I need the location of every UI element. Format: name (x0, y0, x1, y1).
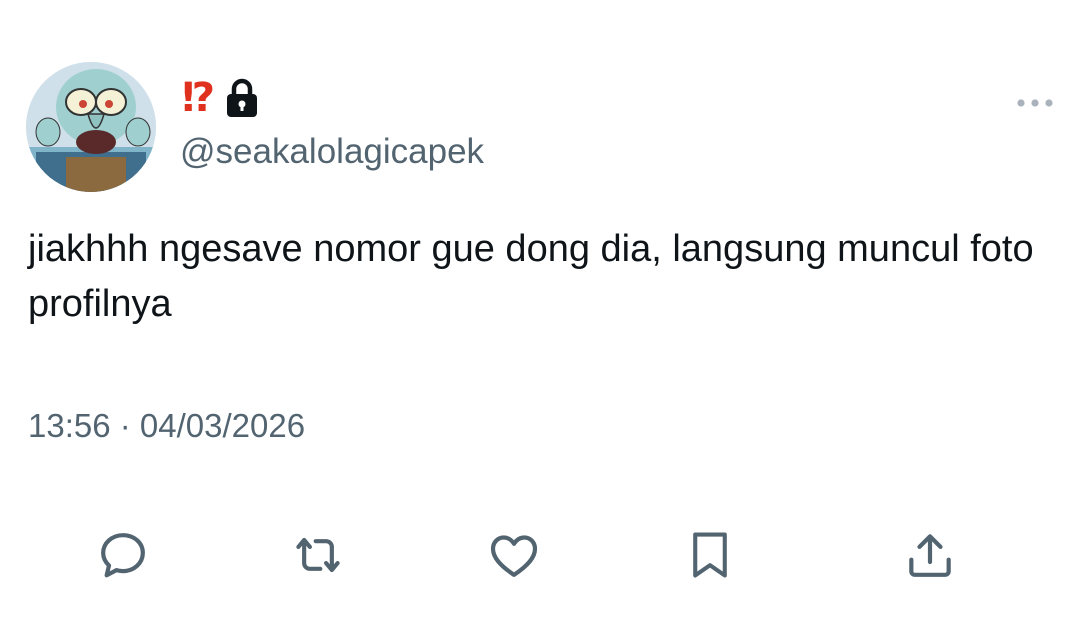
bookmark-button[interactable] (680, 525, 740, 585)
retweet-button[interactable] (288, 525, 348, 585)
bookmark-icon (693, 532, 727, 578)
like-button[interactable] (484, 525, 544, 585)
tweet-text: jiakhhh ngesave nomor gue dong dia, lang… (28, 228, 1034, 325)
share-icon (909, 534, 951, 577)
more-icon (1017, 99, 1053, 107)
avatar[interactable] (26, 62, 156, 192)
reply-button[interactable] (93, 525, 153, 585)
action-bar (0, 525, 1080, 585)
share-button[interactable] (900, 525, 960, 585)
display-name-row[interactable]: ⁉ (182, 74, 259, 122)
more-options-button[interactable] (1012, 86, 1060, 120)
tweet-timestamp[interactable]: 13:56 · 04/03/2026 (28, 404, 305, 448)
like-icon (490, 535, 538, 577)
tweet-card: ⁉ @seakalolagicapek jiakhhh ngesave nomo… (0, 0, 1080, 622)
display-name-emoji: ⁉ (182, 75, 215, 121)
lock-icon (225, 78, 259, 118)
squidward-avatar-image (26, 62, 156, 192)
user-handle[interactable]: @seakalolagicapek (180, 130, 484, 174)
retweet-icon (296, 537, 340, 573)
reply-icon (101, 533, 145, 578)
